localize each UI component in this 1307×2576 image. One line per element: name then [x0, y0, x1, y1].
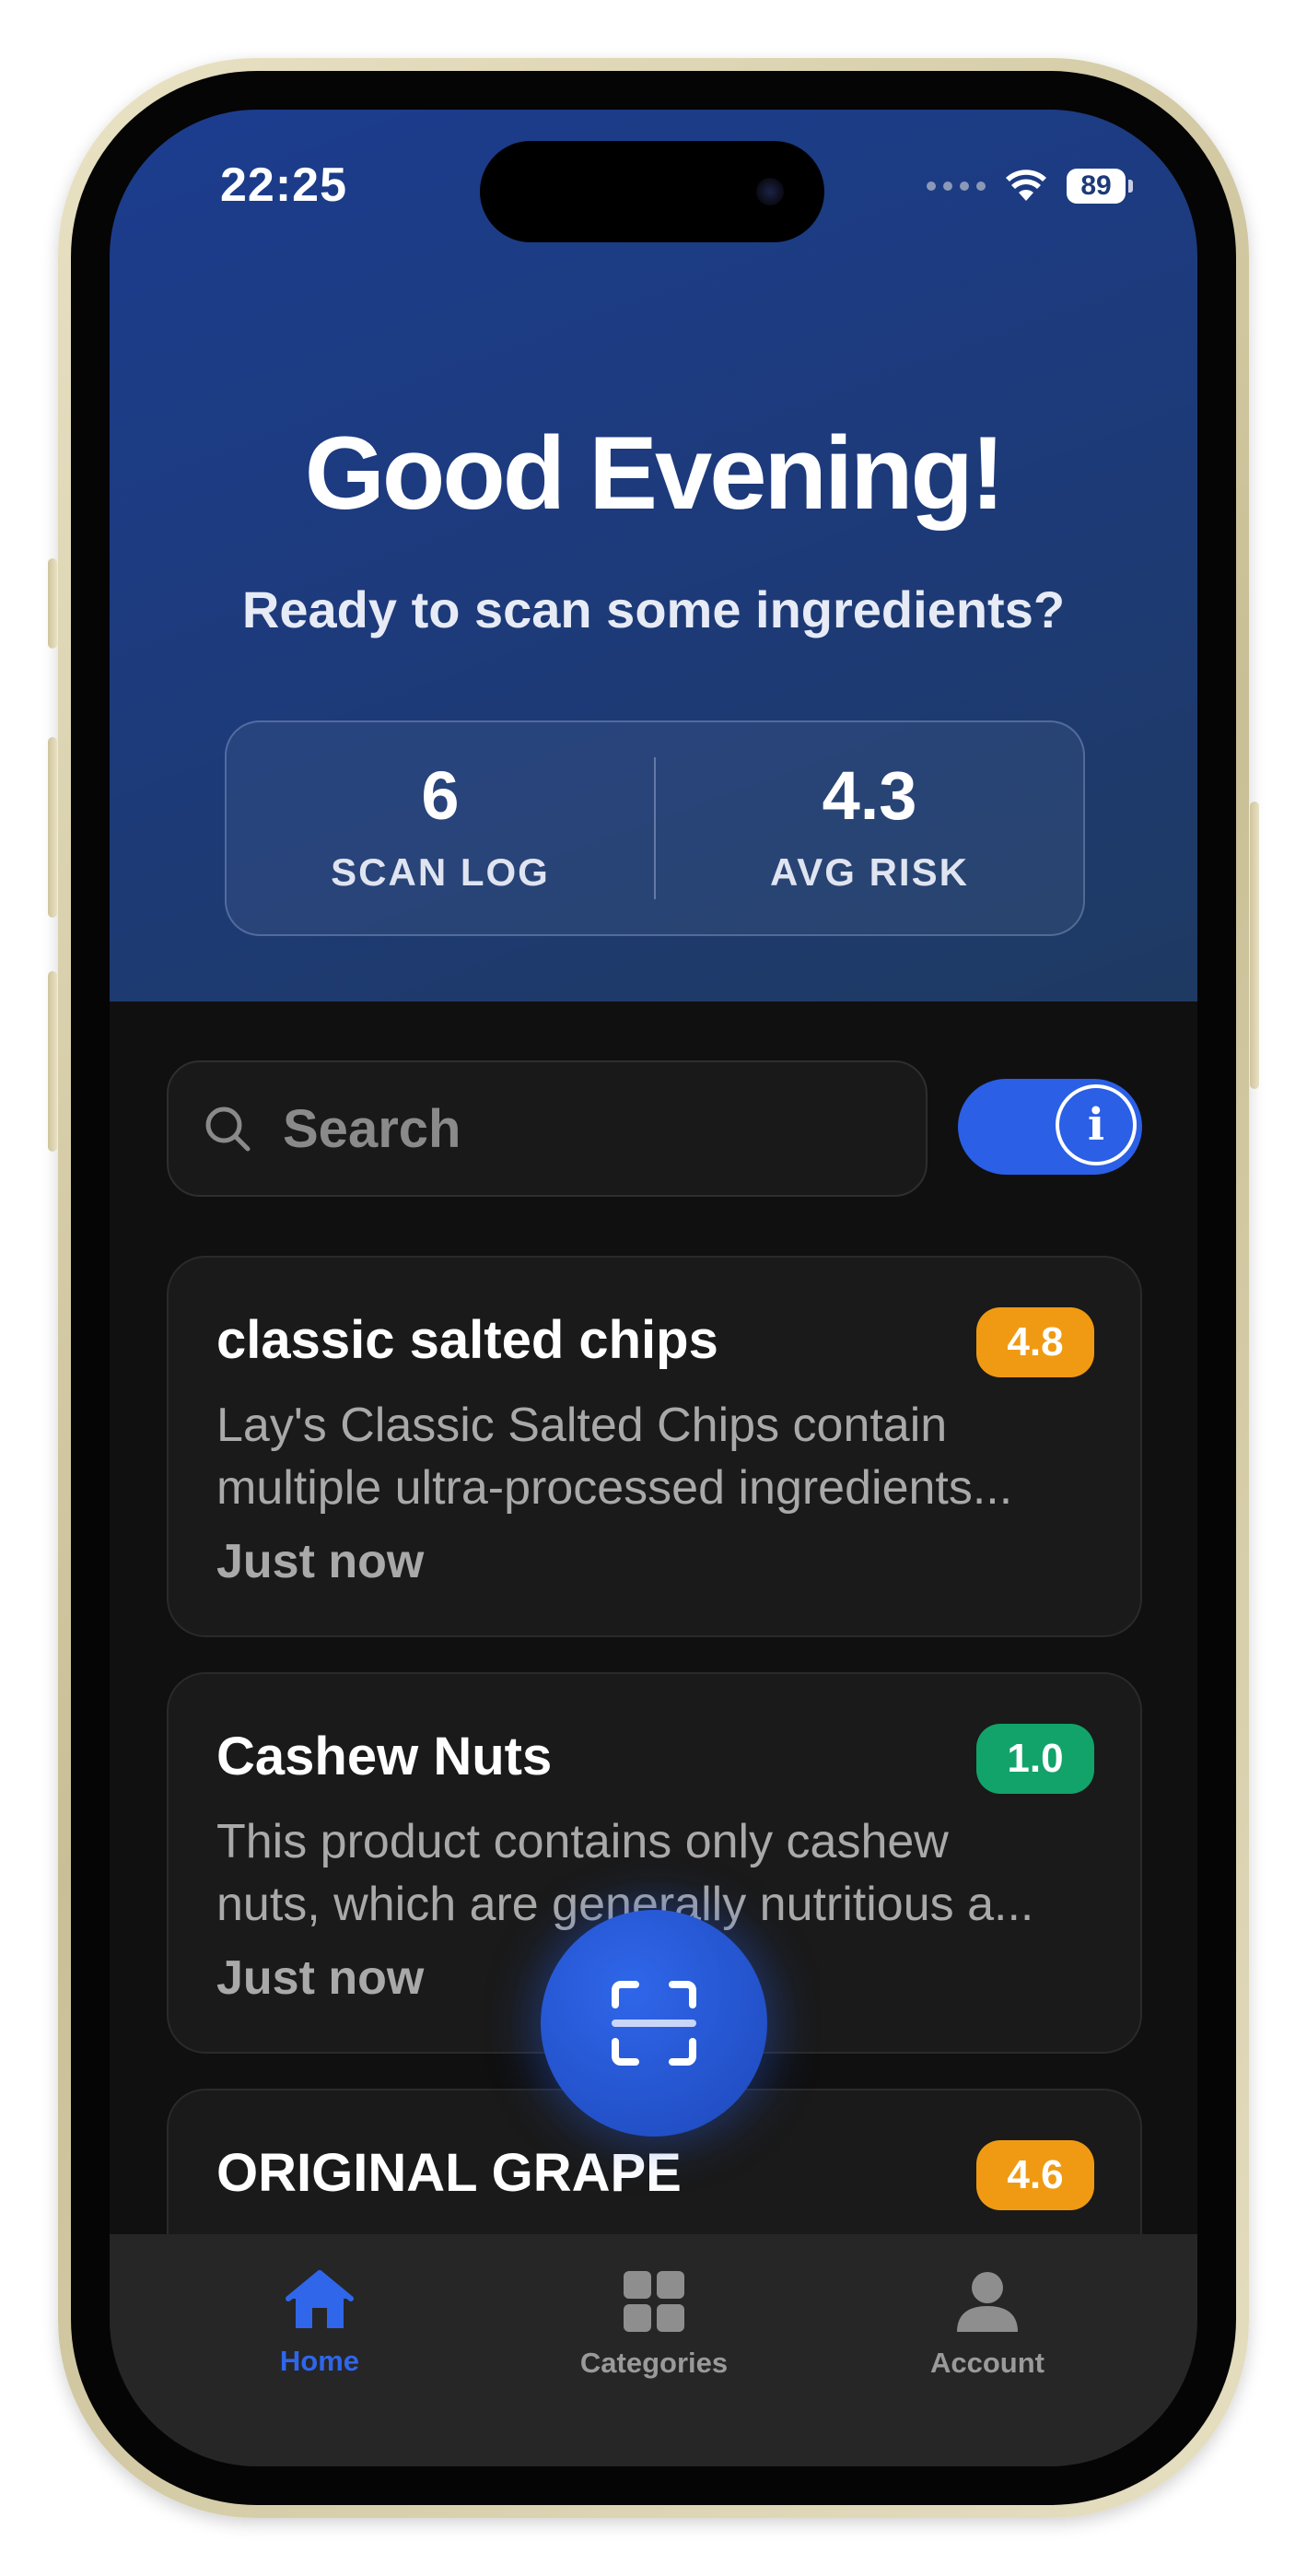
battery-icon: 89	[1067, 169, 1133, 204]
tab-account[interactable]: Account	[868, 2269, 1107, 2380]
grid-icon	[624, 2271, 684, 2332]
stat-scan-log[interactable]: 6 SCAN LOG	[227, 722, 654, 934]
info-toggle[interactable]: i	[958, 1079, 1142, 1175]
search-icon	[205, 1107, 251, 1152]
dynamic-island	[480, 141, 824, 242]
scan-title: classic salted chips	[216, 1310, 718, 1370]
stat-label: SCAN LOG	[331, 850, 550, 894]
scan-description: Lay's Classic Salted Chips contain multi…	[216, 1399, 1013, 1515]
stat-avg-risk[interactable]: 4.3 AVG RISK	[656, 722, 1083, 934]
risk-score-badge: 4.8	[976, 1307, 1094, 1377]
scan-icon	[612, 1981, 696, 2066]
stat-label: AVG RISK	[770, 850, 969, 894]
stat-value: 4.3	[822, 757, 917, 834]
stat-value: 6	[421, 757, 460, 834]
person-icon	[957, 2272, 1018, 2332]
scan-time: Just now	[216, 1535, 425, 1588]
scan-title: Cashew Nuts	[216, 1727, 553, 1786]
stats-panel: 6 SCAN LOG 4.3 AVG RISK	[225, 720, 1085, 936]
volume-down-button	[48, 971, 57, 1152]
scan-button[interactable]	[541, 1910, 767, 2137]
wifi-icon	[1006, 170, 1046, 201]
tab-categories[interactable]: Categories	[534, 2269, 774, 2380]
risk-score-badge: 1.0	[976, 1724, 1094, 1794]
tab-label: Account	[930, 2347, 1044, 2379]
home-icon	[286, 2270, 354, 2328]
cellular-signal-icon	[927, 181, 986, 191]
greeting-title: Good Evening!	[304, 416, 1005, 531]
greeting-subtitle: Ready to scan some ingredients?	[241, 580, 1066, 638]
risk-score-badge: 4.6	[976, 2140, 1094, 2210]
scan-time: Just now	[216, 1951, 425, 2005]
app-screen: 22:25 89 Good Evening! Ready to scan som…	[110, 110, 1197, 2466]
header: 22:25 89 Good Evening! Ready to scan som…	[110, 110, 1197, 1001]
scan-card[interactable]: classic salted chips 4.8 Lay's Classic S…	[167, 1256, 1142, 1637]
search-input[interactable]	[281, 1096, 911, 1161]
status-time: 22:25	[220, 158, 347, 212]
status-indicators: 89	[927, 163, 1133, 209]
info-icon: i	[1056, 1084, 1137, 1165]
action-button	[48, 558, 57, 649]
power-button	[1250, 802, 1259, 1089]
tab-bar: Home Categories Account	[110, 2234, 1197, 2466]
volume-up-button	[48, 737, 57, 918]
tab-label: Categories	[579, 2347, 729, 2379]
tab-label: Home	[279, 2345, 360, 2377]
tab-home[interactable]: Home	[200, 2269, 439, 2378]
search-bar[interactable]	[167, 1060, 928, 1197]
camera-icon	[756, 178, 784, 205]
